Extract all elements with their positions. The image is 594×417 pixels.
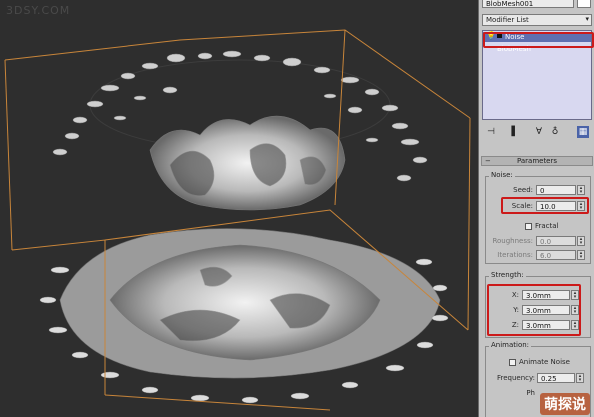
animate-noise-label: Animate Noise	[519, 358, 570, 366]
blob-central-mass	[149, 115, 346, 211]
parameters-title: Parameters	[516, 157, 558, 165]
make-unique-icon[interactable]: ∀	[533, 126, 545, 138]
fractal-label: Fractal	[535, 222, 559, 230]
chevron-down-icon: ▾	[585, 15, 589, 23]
show-end-result-icon[interactable]: ▌	[509, 126, 521, 138]
seed-spinner[interactable]: ▴ ▾	[577, 185, 585, 195]
seed-label: Seed:	[513, 186, 533, 194]
highlight-box-scale	[501, 197, 589, 214]
roughness-input[interactable]: 0.0	[536, 236, 576, 246]
pin-stack-icon[interactable]: ⊣	[485, 126, 497, 138]
remove-modifier-icon[interactable]: ♁	[549, 126, 561, 138]
phase-label: Ph	[526, 389, 535, 397]
iterations-spinner[interactable]: ▴ ▾	[577, 250, 585, 260]
modifier-list-label: Modifier List	[486, 16, 529, 24]
object-color-swatch[interactable]	[577, 0, 591, 8]
configure-sets-icon[interactable]: ▦	[577, 126, 589, 138]
seed-input[interactable]: 0	[536, 185, 576, 195]
frequency-label: Frequency:	[496, 374, 535, 382]
parameters-rollout-header[interactable]: − Parameters	[481, 156, 593, 166]
roughness-label: Roughness:	[492, 237, 533, 245]
modifier-list-dropdown[interactable]: Modifier List ▾	[482, 14, 592, 26]
animate-noise-checkbox[interactable]	[509, 359, 516, 366]
highlight-box-strength	[487, 284, 581, 336]
highlight-box-noise	[483, 32, 594, 48]
animation-group-title: Animation:	[489, 341, 532, 349]
fractal-checkbox[interactable]	[525, 223, 532, 230]
frequency-spinner[interactable]: ▴ ▾	[576, 373, 584, 383]
app-window: 3DSY.COM BlobMesh001 Modifier List ▾ 💡 N…	[0, 0, 594, 417]
frequency-input[interactable]: 0.25	[537, 373, 575, 383]
roughness-spinner[interactable]: ▴ ▾	[577, 236, 585, 246]
object-name-field[interactable]: BlobMesh001	[482, 0, 574, 8]
rollout-minus-icon: −	[485, 157, 491, 165]
noise-group-title: Noise:	[489, 171, 515, 179]
strength-group-title: Strength:	[489, 271, 526, 279]
iterations-input[interactable]: 6.0	[536, 250, 576, 260]
watermark-text: 3DSY.COM	[6, 4, 71, 17]
iterations-label: Iterations:	[497, 251, 533, 259]
viewport-render	[4, 29, 471, 411]
blob-lower-layer	[59, 228, 441, 379]
corner-watermark: 萌探说	[540, 393, 590, 415]
viewport[interactable]: 3DSY.COM	[0, 0, 478, 417]
command-panel: BlobMesh001 Modifier List ▾ 💡 Noise Blob…	[478, 0, 594, 417]
